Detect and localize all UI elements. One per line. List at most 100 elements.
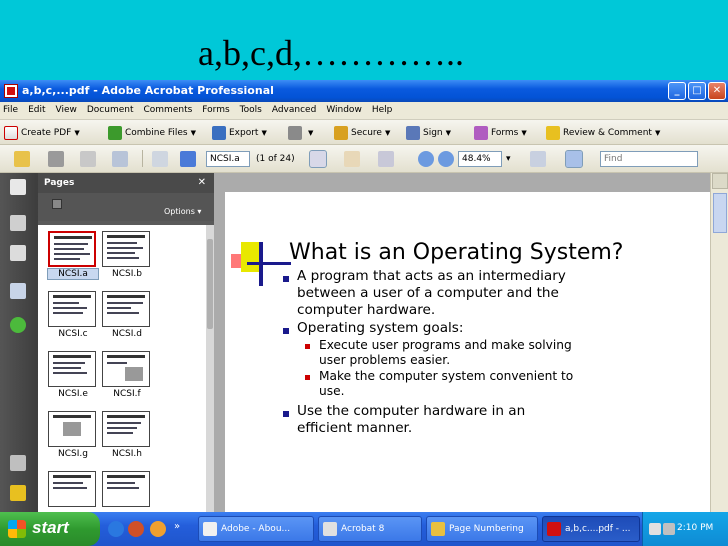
chevron-down-icon: ▼ <box>308 129 314 137</box>
thumbnail-label[interactable]: NCSI.c <box>48 329 98 339</box>
menu-comments[interactable]: Comments <box>139 102 198 115</box>
taskbar-item-label: Acrobat 8 <box>341 524 385 534</box>
open-folder-icon[interactable] <box>14 151 30 167</box>
thumbnail-label[interactable]: NCSI.b <box>102 269 152 279</box>
title-bar[interactable]: a,b,c,...pdf - Adobe Acrobat Professiona… <box>0 80 728 102</box>
help-icon[interactable] <box>10 317 26 333</box>
network-icon[interactable] <box>649 523 661 535</box>
secure-button[interactable]: Secure ▼ <box>334 125 390 141</box>
thumbnail-label[interactable]: NCSI.e <box>48 389 98 399</box>
menu-forms[interactable]: Forms <box>197 102 234 115</box>
lock-icon <box>334 125 348 140</box>
menu-edit[interactable]: Edit <box>23 102 50 115</box>
pages-icon[interactable] <box>10 179 26 195</box>
thumbnail-label[interactable]: NCSI.f <box>102 389 152 399</box>
thumbnail-scrollbar[interactable] <box>206 225 214 512</box>
zoom-out-icon[interactable] <box>418 151 434 167</box>
review-comment-button[interactable]: Review & Comment ▼ <box>546 125 660 141</box>
zoom-in-icon[interactable] <box>438 151 454 167</box>
fit-width-icon[interactable] <box>530 151 546 167</box>
acrobat-app-icon[interactable] <box>4 84 18 98</box>
page-thumbnail[interactable] <box>48 471 96 507</box>
thumbnail-label[interactable]: NCSI.a <box>47 268 99 280</box>
taskbar-item-label: a,b,c....pdf - ... <box>565 524 631 534</box>
taskbar-item[interactable]: Page Numbering <box>426 516 538 542</box>
taskbar-item[interactable]: Acrobat 8 <box>318 516 422 542</box>
document-scrollbar[interactable] <box>710 173 728 512</box>
email-icon[interactable] <box>112 151 128 167</box>
firefox-icon[interactable] <box>150 521 166 537</box>
combine-files-icon <box>108 125 122 140</box>
page-thumbnail[interactable] <box>48 351 96 387</box>
maximize-button[interactable]: □ <box>688 82 706 100</box>
page-thumbnail[interactable] <box>102 231 150 267</box>
signatures-icon[interactable] <box>10 283 26 299</box>
layers-icon[interactable] <box>10 245 26 261</box>
media-player-icon[interactable] <box>128 521 144 537</box>
menu-file[interactable]: File <box>0 102 23 115</box>
scroll-up-icon[interactable] <box>712 173 728 189</box>
pages-panel-header: Pages ✕ <box>38 173 214 193</box>
menu-help[interactable]: Help <box>367 102 398 115</box>
thumbnail-label[interactable]: NCSI.g <box>48 449 98 459</box>
chevron-down-icon: ▼ <box>521 129 527 137</box>
page-thumbnail[interactable] <box>48 411 96 447</box>
page-number-input[interactable]: NCSI.a <box>206 151 250 167</box>
thumbnail-label[interactable]: NCSI.h <box>102 449 152 459</box>
thumbnail-label[interactable]: NCSI.d <box>102 329 152 339</box>
volume-icon[interactable] <box>663 523 675 535</box>
slide-banner: a,b,c,d,………….. <box>0 0 728 80</box>
zoom-level-input[interactable]: 48.4% <box>458 151 502 167</box>
menu-window[interactable]: Window <box>321 102 367 115</box>
next-page-icon[interactable] <box>180 151 196 167</box>
pdf-page: What is an Operating System? A program t… <box>225 192 710 512</box>
attachments-icon[interactable] <box>10 455 26 471</box>
forms-button[interactable]: Forms ▼ <box>474 125 527 141</box>
bullet-marker <box>283 276 289 282</box>
menu-advanced[interactable]: Advanced <box>267 102 321 115</box>
combine-files-button[interactable]: Combine Files ▼ <box>108 125 196 141</box>
select-tool-icon[interactable] <box>309 150 327 168</box>
zoom-dropdown-icon[interactable]: ▾ <box>506 151 511 167</box>
fit-page-icon[interactable] <box>565 150 583 168</box>
sub-bullet-line: use. <box>319 384 345 398</box>
page-thumbnail[interactable] <box>48 231 96 267</box>
scrollbar-thumb[interactable] <box>207 239 213 329</box>
menu-tools[interactable]: Tools <box>235 102 267 115</box>
comments-icon[interactable] <box>10 485 26 501</box>
close-icon[interactable]: ✕ <box>198 177 206 188</box>
taskbar-item[interactable]: Adobe - Abou... <box>198 516 314 542</box>
close-button[interactable]: ✕ <box>708 82 726 100</box>
save-icon[interactable] <box>80 151 96 167</box>
scan-button[interactable]: ▼ <box>288 125 313 141</box>
hand-tool-icon[interactable] <box>344 151 360 167</box>
print-icon[interactable] <box>48 151 64 167</box>
find-input[interactable]: Find <box>600 151 698 167</box>
page-thumbnail[interactable] <box>102 411 150 447</box>
page-thumbnail[interactable] <box>102 351 150 387</box>
internet-explorer-icon[interactable] <box>108 521 124 537</box>
page-thumbnail[interactable] <box>48 291 96 327</box>
minimize-button[interactable]: _ <box>668 82 686 100</box>
menu-document[interactable]: Document <box>82 102 139 115</box>
page-thumbnail[interactable] <box>102 471 150 507</box>
bookmarks-icon[interactable] <box>10 215 26 231</box>
create-pdf-button[interactable]: Create PDF ▼ <box>4 125 80 141</box>
quick-launch-expand-icon[interactable]: » <box>174 521 190 537</box>
sign-button[interactable]: Sign ▼ <box>406 125 451 141</box>
zoom-tool-icon[interactable] <box>378 151 394 167</box>
export-button[interactable]: Export ▼ <box>212 125 267 141</box>
menu-view[interactable]: View <box>51 102 82 115</box>
clock[interactable]: 2:10 PM <box>677 523 713 533</box>
start-button[interactable]: start <box>0 512 100 546</box>
page-thumbnail[interactable] <box>102 291 150 327</box>
options-button[interactable]: Options ▾ <box>164 207 201 216</box>
scrollbar-thumb[interactable] <box>713 193 727 233</box>
secure-label: Secure <box>351 128 382 138</box>
sub-bullet-line: Make the computer system convenient to <box>319 369 574 383</box>
previous-page-icon[interactable] <box>152 151 168 167</box>
taskbar-item-active[interactable]: a,b,c....pdf - ... <box>542 516 640 542</box>
trash-icon[interactable] <box>52 199 62 209</box>
bullet-line: Operating system goals: <box>297 320 464 336</box>
bullet-line: computer hardware. <box>297 302 436 318</box>
